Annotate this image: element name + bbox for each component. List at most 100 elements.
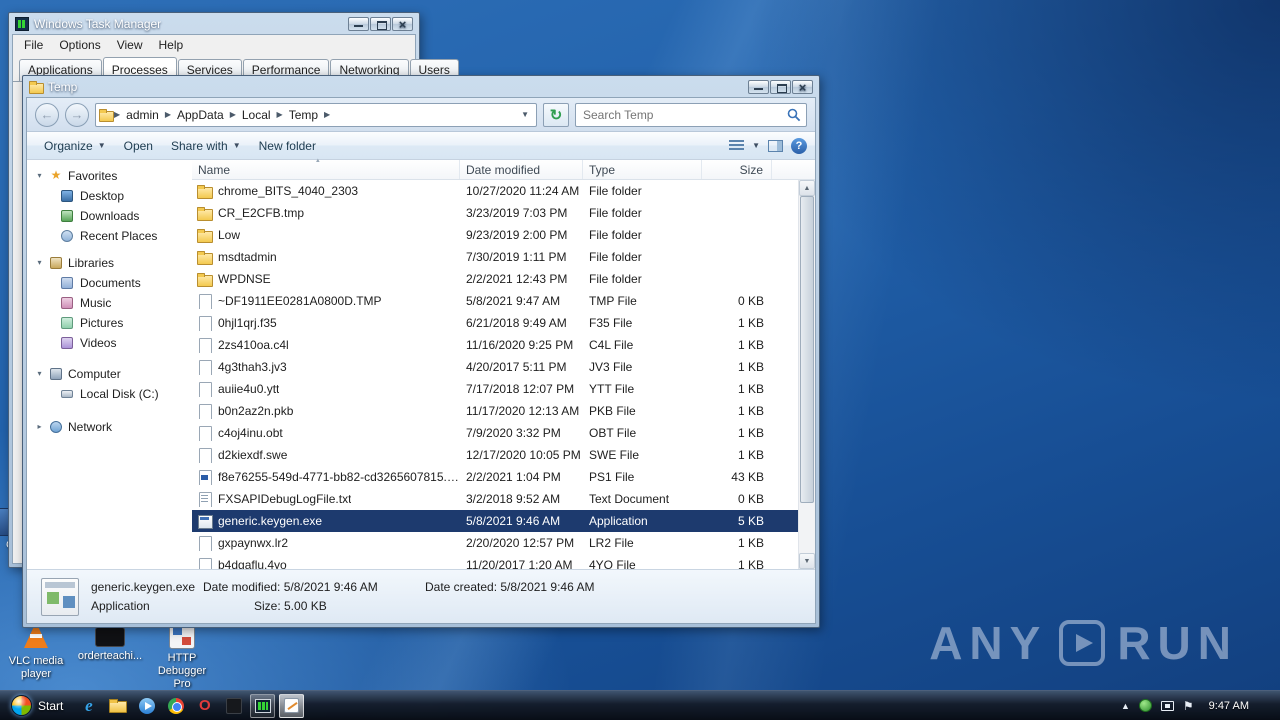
sidebar-item-desktop[interactable]: Desktop bbox=[27, 186, 192, 206]
start-button[interactable]: Start bbox=[2, 691, 72, 720]
taskbar-chrome[interactable] bbox=[163, 694, 188, 718]
menu-options[interactable]: Options bbox=[52, 37, 107, 53]
forward-button[interactable]: → bbox=[65, 102, 89, 127]
menu-view[interactable]: View bbox=[110, 37, 150, 53]
taskbar-windows-explorer[interactable] bbox=[105, 694, 130, 718]
sidebar-item-videos[interactable]: Videos bbox=[27, 333, 192, 353]
expander-icon[interactable]: ▸ bbox=[35, 422, 44, 431]
file-row[interactable]: generic.keygen.exe 5/8/2021 9:46 AM Appl… bbox=[192, 510, 798, 532]
breadcrumb-arrow-icon: ▶ bbox=[229, 110, 236, 119]
desktop-icon-vlc[interactable]: VLC media player bbox=[0, 620, 72, 681]
sidebar-item-recent-places[interactable]: Recent Places bbox=[27, 226, 192, 246]
breadcrumb-arrow-icon: ▶ bbox=[164, 110, 171, 119]
taskbar-internet-explorer[interactable]: e bbox=[76, 694, 101, 718]
scroll-up-icon[interactable]: ▲ bbox=[799, 180, 815, 196]
file-row[interactable]: b4dgaflu.4yo 11/20/2017 1:20 AM 4YO File… bbox=[192, 554, 798, 569]
taskbar-active-window-button[interactable] bbox=[279, 693, 305, 718]
address-dropdown-icon[interactable]: ▼ bbox=[514, 110, 536, 119]
file-row[interactable]: msdtadmin 7/30/2019 1:11 PM File folder bbox=[192, 246, 798, 268]
taskbar-opera[interactable]: O bbox=[192, 694, 217, 718]
file-row[interactable]: d2kiexdf.swe 12/17/2020 10:05 PM SWE Fil… bbox=[192, 444, 798, 466]
explorer-window[interactable]: Temp ← → ▶ admin ▶ AppData ▶ Local bbox=[22, 75, 820, 628]
open-button[interactable]: Open bbox=[115, 135, 162, 157]
file-row[interactable]: CR_E2CFB.tmp 3/23/2019 7:03 PM File fold… bbox=[192, 202, 798, 224]
refresh-button[interactable]: ↻ bbox=[543, 102, 569, 127]
close-button[interactable] bbox=[792, 79, 813, 95]
taskbar-media-player[interactable] bbox=[134, 694, 159, 718]
scroll-down-icon[interactable]: ▼ bbox=[799, 553, 815, 569]
sidebar-item-downloads[interactable]: Downloads bbox=[27, 206, 192, 226]
breadcrumb-arrow-icon: ▶ bbox=[276, 110, 283, 119]
column-header-date-modified[interactable]: Date modified bbox=[460, 160, 583, 179]
show-hidden-icons-chevron[interactable]: ▲ bbox=[1121, 701, 1130, 711]
file-row[interactable]: f8e76255-549d-4771-bb82-cd3265607815.ps1… bbox=[192, 466, 798, 488]
minimize-button[interactable] bbox=[748, 79, 769, 94]
file-row[interactable]: 4g3thah3.jv3 4/20/2017 5:11 PM JV3 File … bbox=[192, 356, 798, 378]
change-view-icon[interactable] bbox=[729, 139, 745, 152]
sidebar-libraries[interactable]: ▾ Libraries bbox=[27, 252, 192, 273]
breadcrumb-local[interactable]: Local bbox=[237, 107, 276, 123]
menu-help[interactable]: Help bbox=[152, 37, 191, 53]
windows-orb-icon bbox=[11, 695, 32, 716]
sidebar-favorites[interactable]: ▾ Favorites bbox=[27, 165, 192, 186]
new-folder-button[interactable]: New folder bbox=[250, 135, 325, 157]
expander-icon[interactable]: ▾ bbox=[35, 369, 44, 378]
address-bar[interactable]: ▶ admin ▶ AppData ▶ Local ▶ Temp ▶ ▼ bbox=[95, 102, 537, 127]
column-header-type[interactable]: Type bbox=[583, 160, 702, 179]
file-row[interactable]: chrome_BITS_4040_2303 10/27/2020 11:24 A… bbox=[192, 180, 798, 202]
sidebar-item-local-disk-c[interactable]: Local Disk (C:) bbox=[27, 384, 192, 404]
breadcrumb-temp[interactable]: Temp bbox=[284, 107, 323, 123]
breadcrumb-admin[interactable]: admin bbox=[121, 107, 164, 123]
explorer-titlebar[interactable]: Temp bbox=[26, 76, 816, 97]
sidebar-network[interactable]: ▸ Network bbox=[27, 416, 192, 437]
taskbar-dark-app[interactable] bbox=[221, 694, 246, 718]
sidebar-computer[interactable]: ▾ Computer bbox=[27, 363, 192, 384]
column-header-size[interactable]: Size bbox=[702, 160, 772, 179]
maximize-button[interactable] bbox=[370, 16, 391, 31]
file-row[interactable]: 2zs410oa.c4l 11/16/2020 9:25 PM C4L File… bbox=[192, 334, 798, 356]
task-manager-titlebar[interactable]: Windows Task Manager bbox=[12, 13, 416, 34]
file-row[interactable]: auiie4u0.ytt 7/17/2018 12:07 PM YTT File… bbox=[192, 378, 798, 400]
back-button[interactable]: ← bbox=[35, 102, 59, 127]
file-row[interactable]: Low 9/23/2019 2:00 PM File folder bbox=[192, 224, 798, 246]
close-button[interactable] bbox=[392, 16, 413, 32]
desktop-icon-http-debugger[interactable]: HTTP Debugger Pro bbox=[150, 620, 214, 691]
search-input[interactable] bbox=[581, 106, 787, 123]
sidebar-item-documents[interactable]: Documents bbox=[27, 273, 192, 293]
search-icon[interactable] bbox=[787, 108, 801, 122]
file-row[interactable]: ~DF1911EE0281A0800D.TMP 5/8/2021 9:47 AM… bbox=[192, 290, 798, 312]
file-row[interactable]: gxpaynwx.lr2 2/20/2020 12:57 PM LR2 File… bbox=[192, 532, 798, 554]
menu-file[interactable]: File bbox=[17, 37, 50, 53]
file-row[interactable]: c4oj4inu.obt 7/9/2020 3:32 PM OBT File 1… bbox=[192, 422, 798, 444]
taskbar-clock[interactable]: 9:47 AM bbox=[1203, 700, 1255, 712]
search-box[interactable] bbox=[575, 102, 807, 127]
file-row[interactable]: 0hjl1qrj.f35 6/21/2018 9:49 AM F35 File … bbox=[192, 312, 798, 334]
music-icon bbox=[60, 296, 74, 310]
action-center-flag-icon[interactable]: ⚑ bbox=[1183, 699, 1194, 713]
preview-pane-icon[interactable] bbox=[768, 139, 783, 152]
column-header-name[interactable]: Name ▲ bbox=[192, 158, 460, 179]
security-shield-icon[interactable] bbox=[1138, 699, 1152, 712]
expander-icon[interactable]: ▾ bbox=[35, 171, 44, 180]
expander-icon[interactable]: ▾ bbox=[35, 258, 44, 267]
maximize-button[interactable] bbox=[770, 79, 791, 94]
minimize-button[interactable] bbox=[348, 16, 369, 31]
orderteachi-icon bbox=[95, 627, 125, 647]
ps1-icon bbox=[197, 469, 212, 485]
help-icon[interactable]: ? bbox=[791, 137, 807, 154]
vertical-scrollbar[interactable]: ▲ ▼ bbox=[798, 180, 815, 569]
scrollbar-track[interactable] bbox=[799, 196, 815, 553]
file-row[interactable]: FXSAPIDebugLogFile.txt 3/2/2018 9:52 AM … bbox=[192, 488, 798, 510]
taskbar-task-manager-button[interactable] bbox=[250, 693, 276, 718]
organize-button[interactable]: Organize ▼ bbox=[35, 135, 115, 157]
sidebar-item-music[interactable]: Music bbox=[27, 293, 192, 313]
scrollbar-thumb[interactable] bbox=[800, 196, 814, 504]
view-chevron-icon[interactable]: ▼ bbox=[752, 141, 760, 150]
breadcrumb-appdata[interactable]: AppData bbox=[172, 107, 229, 123]
breadcrumb-arrow-icon: ▶ bbox=[114, 110, 121, 119]
file-row[interactable]: WPDNSE 2/2/2021 12:43 PM File folder bbox=[192, 268, 798, 290]
network-status-icon[interactable] bbox=[1160, 700, 1174, 711]
sidebar-item-pictures[interactable]: Pictures bbox=[27, 313, 192, 333]
share-with-button[interactable]: Share with ▼ bbox=[162, 135, 250, 157]
file-row[interactable]: b0n2az2n.pkb 11/17/2020 12:13 AM PKB Fil… bbox=[192, 400, 798, 422]
